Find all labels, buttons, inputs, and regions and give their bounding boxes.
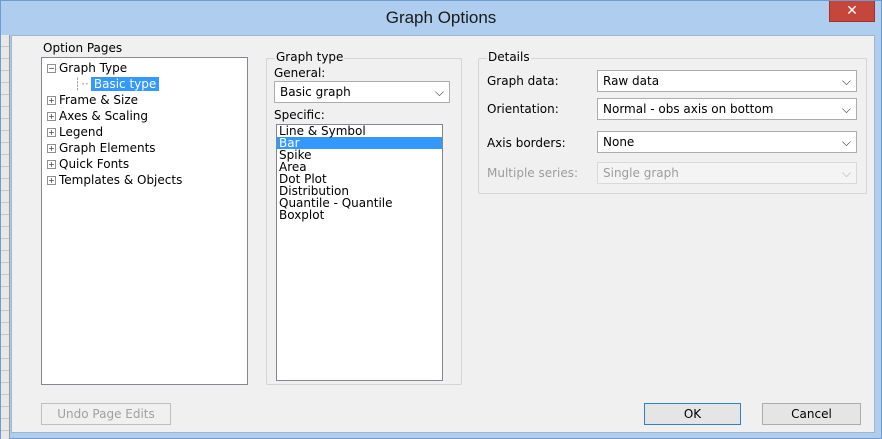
tree-item-label: Legend	[59, 125, 104, 139]
chevron-down-icon: ⌵	[841, 102, 851, 116]
axis-borders-dropdown[interactable]: None ⌵	[597, 131, 857, 153]
chevron-down-icon: ⌵	[841, 166, 851, 180]
tree-item-legend[interactable]: + Legend	[47, 125, 103, 139]
axis-borders-label: Axis borders:	[487, 136, 566, 150]
undo-page-edits-button[interactable]: Undo Page Edits	[41, 403, 171, 425]
graph-data-label: Graph data:	[487, 74, 559, 88]
tree-item-basic-type[interactable]: ┊·· Basic type	[74, 77, 160, 91]
option-pages-tree[interactable]: − Graph Type ┊·· Basic type + Frame & Size …	[41, 57, 248, 385]
graph-data-value: Raw data	[603, 74, 660, 88]
tree-item-templates-objects[interactable]: + Templates & Objects	[47, 173, 182, 187]
tree-item-label: Graph Elements	[59, 141, 156, 155]
specific-label: Specific:	[274, 108, 325, 122]
general-dropdown[interactable]: Basic graph ⌵	[274, 81, 450, 103]
orientation-value: Normal - obs axis on bottom	[603, 102, 774, 116]
axis-borders-value: None	[603, 135, 635, 149]
general-value: Basic graph	[280, 85, 351, 99]
specific-listbox[interactable]: Line & Symbol Bar Spike Area Dot Plot Di…	[276, 124, 443, 381]
tree-item-axes-scaling[interactable]: + Axes & Scaling	[47, 109, 148, 123]
tree-item-quick-fonts[interactable]: + Quick Fonts	[47, 157, 129, 171]
list-item[interactable]: Line & Symbol	[277, 125, 442, 137]
dialog-client-area: Option Pages − Graph Type ┊·· Basic type +…	[11, 35, 875, 433]
tree-item-label: Graph Type	[59, 61, 128, 75]
title-bar[interactable]: Graph Options ✕	[1, 1, 881, 35]
details-label: Details	[487, 50, 531, 64]
general-label: General:	[274, 66, 326, 80]
background-strip	[1, 35, 10, 439]
collapse-icon[interactable]: −	[47, 64, 56, 73]
tree-item-frame-size[interactable]: + Frame & Size	[47, 93, 138, 107]
tree-item-label: Basic type	[90, 77, 160, 91]
tree-item-label: Quick Fonts	[59, 157, 130, 171]
option-pages-label: Option Pages	[42, 41, 124, 55]
expand-icon[interactable]: +	[47, 176, 56, 185]
chevron-down-icon: ⌵	[841, 74, 851, 88]
tree-item-label: Axes & Scaling	[59, 109, 149, 123]
multiple-series-value: Single graph	[603, 166, 679, 180]
chevron-down-icon: ⌵	[841, 135, 851, 149]
tree-item-graph-type[interactable]: − Graph Type	[47, 61, 127, 75]
expand-icon[interactable]: +	[47, 96, 56, 105]
multiple-series-dropdown: Single graph ⌵	[597, 162, 857, 184]
tree-item-label: Templates & Objects	[59, 173, 183, 187]
expand-icon[interactable]: +	[47, 112, 56, 121]
window-title: Graph Options	[385, 8, 497, 27]
graph-data-dropdown[interactable]: Raw data ⌵	[597, 70, 857, 92]
list-item[interactable]: Boxplot	[277, 209, 442, 221]
graph-options-window: Graph Options ✕ Option Pages − Graph Type…	[0, 0, 882, 439]
tree-item-graph-elements[interactable]: + Graph Elements	[47, 141, 156, 155]
close-button[interactable]: ✕	[829, 1, 875, 22]
expand-icon[interactable]: +	[47, 160, 56, 169]
multiple-series-label: Multiple series:	[487, 166, 579, 180]
expand-icon[interactable]: +	[47, 144, 56, 153]
tree-line-icon: ┊··	[74, 77, 89, 91]
orientation-label: Orientation:	[487, 102, 559, 116]
close-icon: ✕	[846, 3, 858, 19]
tree-item-label: Frame & Size	[59, 93, 139, 107]
cancel-button[interactable]: Cancel	[762, 403, 861, 425]
chevron-down-icon: ⌵	[434, 85, 444, 99]
orientation-dropdown[interactable]: Normal - obs axis on bottom ⌵	[597, 98, 857, 120]
ok-button[interactable]: OK	[644, 403, 741, 425]
graph-type-label: Graph type	[275, 50, 345, 64]
expand-icon[interactable]: +	[47, 128, 56, 137]
